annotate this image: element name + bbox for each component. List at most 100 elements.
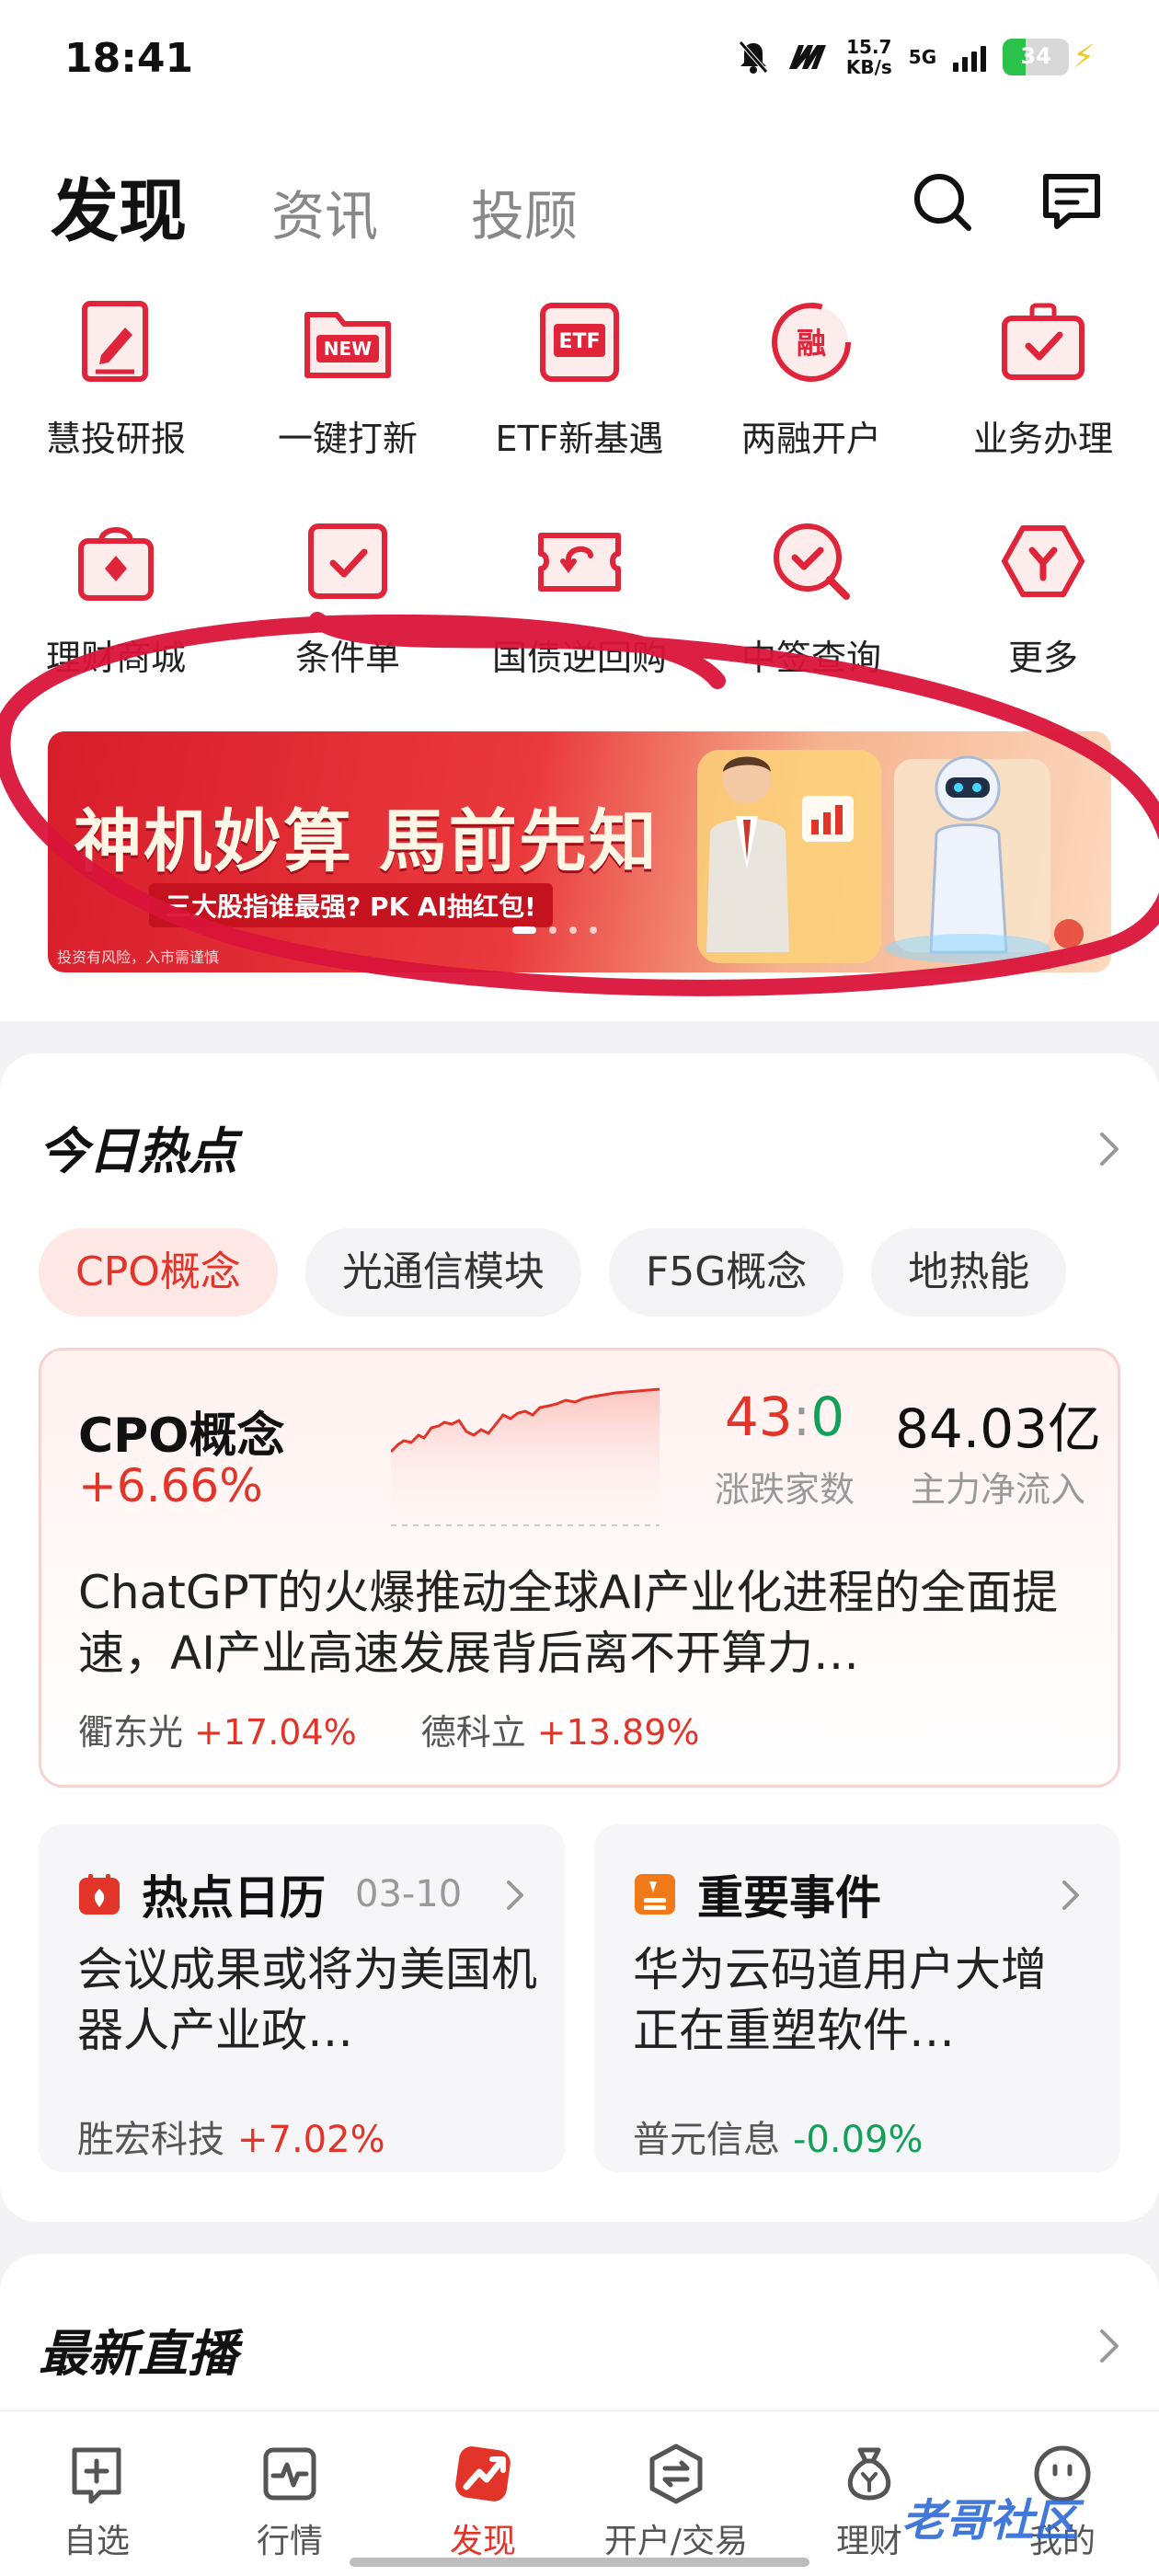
svg-text:ETF: ETF: [558, 330, 600, 353]
banner-dot[interactable]: [590, 926, 597, 934]
chip-f5g[interactable]: F5G概念: [608, 1228, 844, 1317]
svg-text:融: 融: [797, 326, 826, 361]
calendar-text: 会议成果或将为美国机器人产业政…: [77, 1943, 537, 2057]
margin-account-icon: 融: [772, 303, 851, 382]
chip-cpo[interactable]: CPO概念: [39, 1228, 278, 1317]
watermark-logo: 老哥社区: [901, 2495, 1079, 2547]
banner-pagination: [512, 926, 597, 934]
stock-item[interactable]: 德科立 +13.89%: [421, 1704, 700, 1754]
inflow-label: 主力净流入: [910, 1469, 1085, 1510]
service-research-report[interactable]: 慧投研报: [0, 294, 232, 461]
hot-topics-title: 今日热点: [39, 1122, 237, 1180]
banner-title: 神机妙算 馬前先知: [74, 802, 659, 881]
tab-advisor[interactable]: 投顾: [471, 173, 578, 250]
concept-sparkline: [391, 1387, 660, 1535]
service-label: 条件单: [294, 638, 400, 678]
signal-icon: [953, 42, 987, 72]
service-lottery-query[interactable]: 中签查询: [695, 513, 927, 680]
money-bag-icon: [847, 2447, 891, 2501]
status-time: 18:41: [64, 35, 194, 82]
promo-banner[interactable]: 神机妙算 馬前先知 三大股指谁最强? PK AI抽红包! 投资有风险，入市需谨慎: [48, 731, 1111, 972]
calendar-header: 热点日历 03-10: [77, 1861, 462, 1927]
stock-change: -0.09%: [793, 2119, 924, 2161]
stock-item[interactable]: 衢东光 +17.04%: [78, 1704, 357, 1754]
nav-trade[interactable]: 开户/交易: [580, 2441, 773, 2562]
chevron-right-icon[interactable]: [1096, 2326, 1122, 2366]
events-stock: 普元信息 -0.09%: [633, 2110, 924, 2163]
stock-name: 胜宏科技: [77, 2119, 224, 2161]
service-label: 更多: [1007, 638, 1078, 678]
service-margin-account[interactable]: 融 两融开户: [695, 294, 927, 461]
banner-dot[interactable]: [569, 926, 577, 934]
service-etf-new-fund[interactable]: ETF ETF新基遇: [464, 294, 695, 461]
service-ipo-subscribe[interactable]: NEW 一键打新: [232, 294, 464, 461]
stock-name: 德科立: [420, 1712, 526, 1753]
nav-label: 发现: [449, 2523, 516, 2560]
concept-detail-card[interactable]: CPO概念 +6.66% 43:0 涨跌家数 84.03亿 主力净流入 Chat…: [39, 1348, 1120, 1788]
hot-calendar-card[interactable]: 热点日历 03-10 会议成果或将为美国机器人产业政… 胜宏科技 +7.02%: [39, 1824, 565, 2172]
lottery-search-icon: [774, 523, 850, 600]
banner-subtitle: 三大股指谁最强? PK AI抽红包!: [149, 883, 553, 927]
nav-watchlist[interactable]: 自选: [0, 2441, 193, 2562]
live-title: 最新直播: [39, 2325, 237, 2383]
service-more[interactable]: 更多: [927, 513, 1159, 680]
battery-icon: 34 ⚡: [1003, 39, 1095, 75]
header: 发现 资讯 投顾: [0, 138, 1159, 258]
calendar-date: 03-10: [355, 1873, 463, 1915]
stock-change: +17.04%: [194, 1712, 357, 1753]
nav-market[interactable]: 行情: [193, 2441, 386, 2562]
new-folder-icon: NEW: [304, 312, 391, 378]
tab-discover[interactable]: 发现: [51, 156, 187, 255]
service-label: 理财商城: [45, 638, 186, 678]
shopping-bag-icon: [78, 527, 154, 601]
message-icon[interactable]: [1035, 166, 1108, 239]
events-icon: [635, 1874, 675, 1915]
events-title: 重要事件: [697, 1871, 881, 1925]
ratio-separator: :: [792, 1386, 811, 1448]
svg-text:NEW: NEW: [324, 338, 372, 360]
service-wealth-mall[interactable]: 理财商城: [0, 513, 232, 680]
service-label: 业务办理: [972, 419, 1113, 459]
chip-geothermal[interactable]: 地热能: [871, 1228, 1067, 1317]
important-events-card[interactable]: 重要事件 华为云码道用户大增 正在重塑软件… 普元信息 -0.09%: [594, 1824, 1120, 2172]
net-speed-value: 15.7: [846, 36, 892, 58]
briefcase-check-icon: [1002, 303, 1084, 380]
net-speed-unit: KB/s: [845, 56, 892, 78]
service-reverse-repo[interactable]: 国债逆回购: [464, 513, 695, 680]
calendar-stock: 胜宏科技 +7.02%: [77, 2110, 385, 2163]
tab-news[interactable]: 资讯: [271, 173, 378, 250]
mute-bell-icon: [738, 40, 768, 74]
battery-body: 34: [1003, 39, 1070, 75]
chevron-right-icon: [1062, 1880, 1079, 1910]
nav-discover[interactable]: 发现: [386, 2441, 580, 2562]
stock-change: +13.89%: [536, 1712, 700, 1753]
banner-risk-note: 投资有风险，入市需谨慎: [57, 949, 220, 966]
status-icons: 15.7 KB/s 5G 34 ⚡: [738, 37, 1095, 77]
charging-bolt-icon: ⚡: [1073, 39, 1095, 75]
stock-change: +7.02%: [237, 2119, 385, 2161]
service-business[interactable]: 业务办理: [927, 294, 1159, 461]
events-header: 重要事件: [633, 1861, 881, 1927]
stock-name: 普元信息: [633, 2119, 780, 2161]
chip-optical-module[interactable]: 光通信模块: [304, 1228, 581, 1317]
service-condition-order[interactable]: 条件单: [232, 513, 464, 680]
discover-screen: 18:41 15.7 KB/s 5G 34 ⚡ 发现 资讯 投顾 慧投研报 NE…: [0, 0, 1159, 2576]
market-chart-icon: [263, 2447, 316, 2501]
down-count: 0: [810, 1386, 845, 1448]
search-icon[interactable]: [906, 166, 980, 239]
nav-label: 行情: [256, 2523, 323, 2560]
calendar-icon: [79, 1874, 120, 1915]
ratio-label: 涨跌家数: [714, 1469, 855, 1510]
chevron-right-icon[interactable]: [1096, 1129, 1122, 1169]
concept-chips: CPO概念 光通信模块 F5G概念 地热能: [39, 1228, 1067, 1317]
banner-dot[interactable]: [549, 926, 557, 934]
service-label: 国债逆回购: [491, 638, 667, 678]
report-pen-icon: [82, 301, 148, 382]
net-speed: 15.7 KB/s: [846, 37, 892, 77]
concept-change: +6.66%: [78, 1459, 263, 1512]
service-label: 中签查询: [740, 638, 881, 678]
home-indicator[interactable]: [350, 2558, 809, 2567]
bond-repo-icon: [538, 533, 621, 592]
hot-topics-card: 今日热点 CPO概念 光通信模块 F5G概念 地热能 CPO概念 +6.66%: [0, 1053, 1159, 2222]
banner-dot[interactable]: [512, 926, 536, 934]
